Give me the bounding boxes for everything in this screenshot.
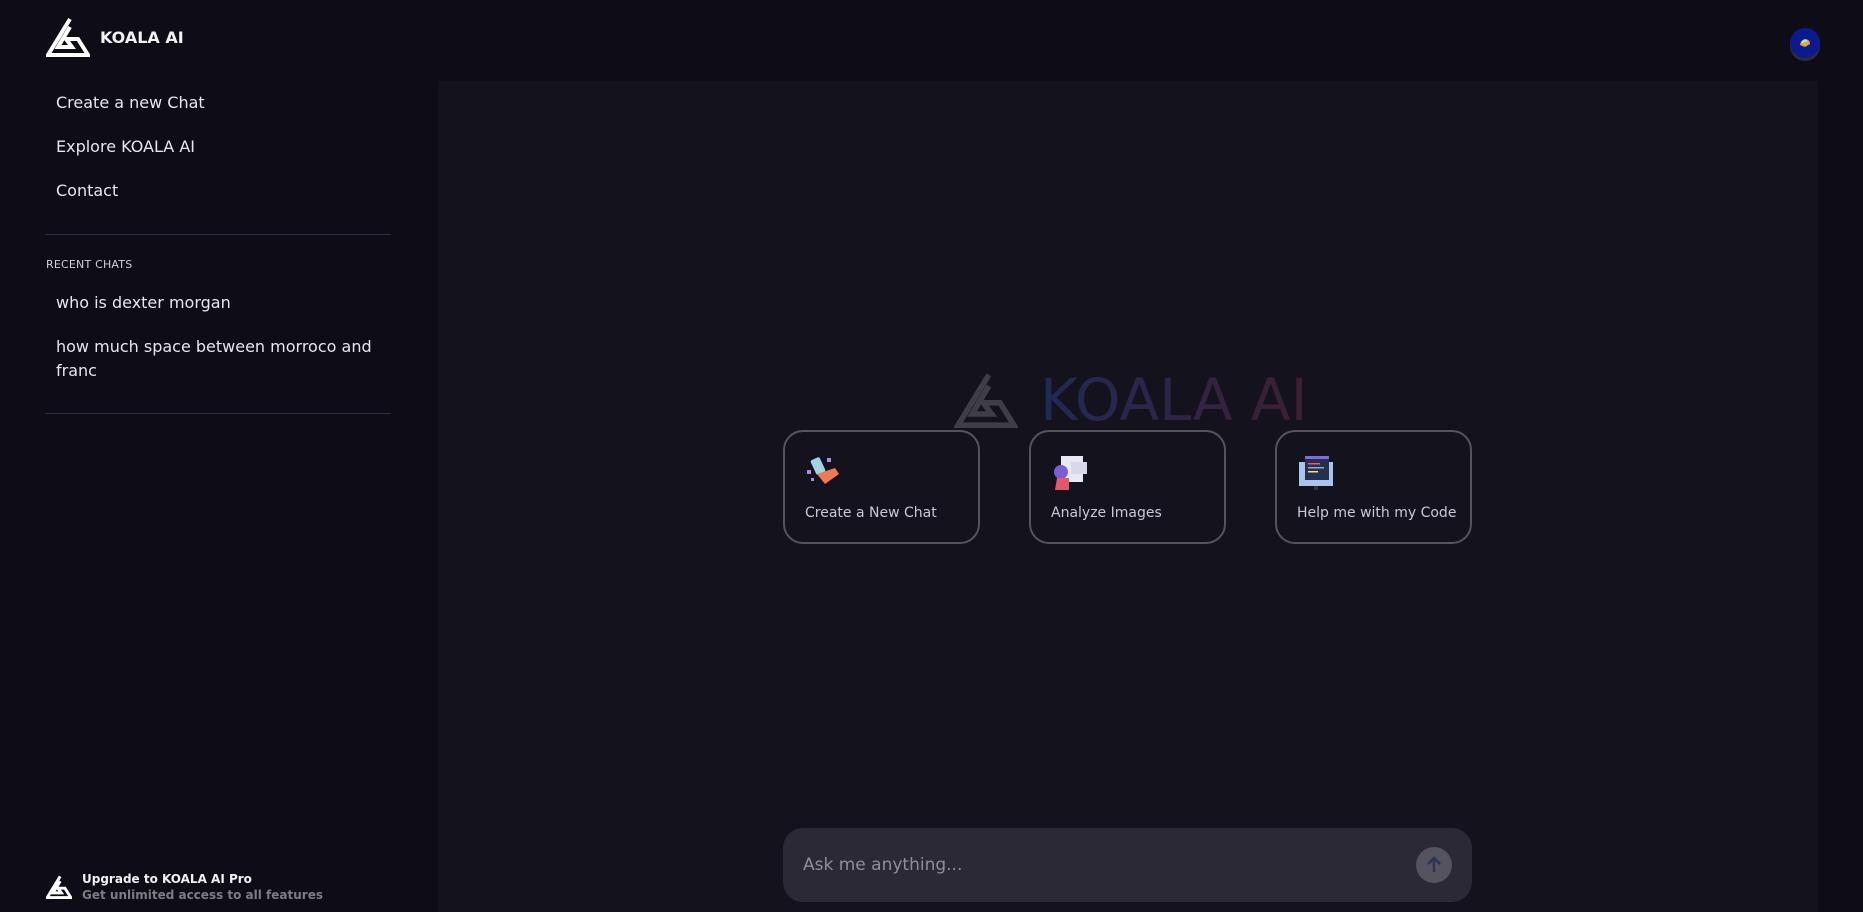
brand[interactable]: KOALA AI xyxy=(46,17,184,57)
upgrade-title: Upgrade to KOALA AI Pro xyxy=(82,872,252,886)
arrow-up-icon xyxy=(1427,856,1441,872)
nav-create-new-chat[interactable]: Create a new Chat xyxy=(56,93,205,112)
card-create-new-chat[interactable]: Create a New Chat xyxy=(783,430,980,544)
watermark-logo-icon xyxy=(954,373,1018,428)
card-analyze-images[interactable]: Analyze Images xyxy=(1029,430,1226,544)
card-label: Help me with my Code xyxy=(1297,505,1457,521)
recent-chat-item[interactable]: who is dexter morgan xyxy=(56,291,376,315)
upgrade-banner[interactable]: Upgrade to KOALA AI Pro Get unlimited ac… xyxy=(46,872,323,902)
nav-contact[interactable]: Contact xyxy=(56,181,118,200)
divider xyxy=(45,413,391,414)
avatar[interactable] xyxy=(1790,28,1820,58)
recent-chats-heading: RECENT CHATS xyxy=(46,258,133,271)
card-label: Analyze Images xyxy=(1051,505,1162,521)
code-monitor-illustration-icon xyxy=(1299,456,1333,490)
koala-logo-icon xyxy=(46,17,90,57)
koala-logo-icon xyxy=(46,875,72,899)
avatar-logo-icon xyxy=(1800,39,1810,47)
prompt-input[interactable] xyxy=(803,828,1383,902)
watermark: KOALA AI xyxy=(954,371,1308,429)
composer xyxy=(783,828,1472,902)
nav-explore[interactable]: Explore KOALA AI xyxy=(56,137,195,156)
divider xyxy=(45,234,391,235)
chat-illustration-icon xyxy=(807,457,839,484)
recent-chat-item[interactable]: how much space between morroco and franc xyxy=(56,335,376,383)
card-label: Create a New Chat xyxy=(805,505,937,521)
card-help-code[interactable]: Help me with my Code xyxy=(1275,430,1472,544)
image-analysis-illustration-icon xyxy=(1054,456,1087,490)
send-button[interactable] xyxy=(1416,847,1452,883)
watermark-text: KOALA AI xyxy=(1040,366,1308,434)
brand-name: KOALA AI xyxy=(100,27,184,47)
upgrade-subtitle: Get unlimited access to all features xyxy=(82,888,323,902)
